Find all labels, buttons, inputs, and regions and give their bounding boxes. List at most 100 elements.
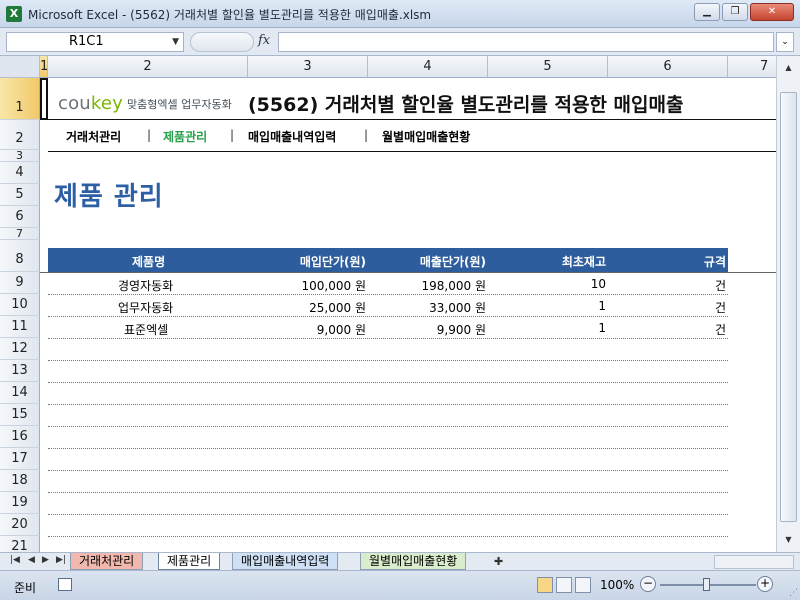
row-header-8[interactable]: 8 [0, 240, 40, 272]
vertical-scroll-thumb[interactable] [780, 92, 797, 522]
column-header-4[interactable]: 4 [368, 56, 488, 78]
nav-separator: | [364, 128, 369, 142]
row-header-6[interactable]: 6 [0, 206, 40, 228]
cell-sales-price[interactable]: 9,900 원 [437, 321, 486, 338]
row-header-1[interactable]: 1 [0, 78, 40, 120]
cell-product-name[interactable]: 표준엑셀 [124, 321, 168, 338]
zoom-in-icon[interactable]: + [757, 576, 773, 592]
page-layout-view-icon[interactable] [556, 577, 572, 593]
macro-record-icon[interactable] [58, 578, 72, 591]
column-header-2[interactable]: 2 [48, 56, 248, 78]
excel-app-icon[interactable]: X [6, 6, 22, 22]
sheet-tab-bar: |◀ ◀ ▶ ▶| 거래처관리 제품관리 매입매출내역입력 월별매입매출현황 ✚ [0, 552, 800, 570]
row-header-13[interactable]: 13 [0, 360, 40, 382]
zoom-out-icon[interactable]: − [640, 576, 656, 592]
cell-sales-price[interactable]: 33,000 원 [429, 299, 486, 316]
row-header-4[interactable]: 4 [0, 162, 40, 184]
restore-button[interactable]: ❐ [722, 3, 748, 21]
next-sheet-icon[interactable]: ▶ [42, 555, 49, 565]
table-row-empty[interactable] [48, 339, 728, 361]
normal-view-icon[interactable] [537, 577, 553, 593]
table-row[interactable]: 표준엑셀 9,000 원 9,900 원 1 건 [48, 317, 728, 339]
horizontal-scrollbar[interactable] [714, 555, 794, 569]
row-header-7[interactable]: 7 [0, 228, 40, 240]
expand-formula-bar-icon[interactable]: ⌄ [776, 32, 794, 52]
column-header-1[interactable]: 1 [40, 56, 48, 78]
cell-unit[interactable]: 건 [715, 321, 726, 338]
row-header-9[interactable]: 9 [0, 272, 40, 294]
title-bar: X Microsoft Excel - (5562) 거래처별 할인율 별도관리… [0, 0, 800, 28]
table-row-empty[interactable] [48, 471, 728, 493]
cell-purchase-price[interactable]: 9,000 원 [317, 321, 366, 338]
column-header-6[interactable]: 6 [608, 56, 728, 78]
cell-initial-stock[interactable]: 1 [598, 299, 606, 313]
nav-link-transactions[interactable]: 매입매출내역입력 [248, 128, 336, 145]
row-header-10[interactable]: 10 [0, 294, 40, 316]
row-header-21[interactable]: 21 [0, 536, 40, 552]
row-header-12[interactable]: 12 [0, 338, 40, 360]
row-header-14[interactable]: 14 [0, 382, 40, 404]
column-header-7[interactable]: 7 [728, 56, 776, 78]
cell-unit[interactable]: 건 [715, 277, 726, 294]
table-row-empty[interactable] [48, 361, 728, 383]
table-row[interactable]: 경영자동화 100,000 원 198,000 원 10 건 [48, 273, 728, 295]
page-break-view-icon[interactable] [575, 577, 591, 593]
name-box[interactable]: R1C1 ▼ [6, 32, 184, 52]
table-row-empty[interactable] [48, 493, 728, 515]
tab-product-management[interactable]: 제품관리 [158, 553, 221, 570]
minimize-button[interactable]: ▁ [694, 3, 720, 21]
first-sheet-icon[interactable]: |◀ [10, 555, 20, 565]
chevron-down-icon[interactable]: ▼ [172, 33, 179, 51]
cell-initial-stock[interactable]: 1 [598, 321, 606, 335]
previous-sheet-icon[interactable]: ◀ [28, 555, 35, 565]
table-row[interactable]: 업무자동화 25,000 원 33,000 원 1 건 [48, 295, 728, 317]
table-row-empty[interactable] [48, 427, 728, 449]
column-header-5[interactable]: 5 [488, 56, 608, 78]
insert-sheet-icon[interactable]: ✚ [494, 555, 503, 568]
nav-link-monthly-status[interactable]: 월별매입매출현황 [382, 128, 470, 145]
zoom-slider-thumb[interactable] [703, 578, 710, 591]
cell-purchase-price[interactable]: 100,000 원 [302, 277, 366, 294]
row-header-18[interactable]: 18 [0, 470, 40, 492]
tab-customer-management[interactable]: 거래처관리 [70, 553, 144, 570]
row-header-3[interactable]: 3 [0, 150, 40, 162]
nav-separator: | [147, 128, 152, 142]
formula-bar-splitter[interactable] [190, 32, 254, 52]
table-row-empty[interactable] [48, 515, 728, 537]
table-row-empty[interactable] [48, 383, 728, 405]
active-cell-cursor[interactable] [40, 78, 48, 120]
select-all-corner[interactable] [0, 56, 40, 78]
vertical-scrollbar[interactable]: ▲ ▼ [776, 56, 800, 552]
cell-purchase-price[interactable]: 25,000 원 [309, 299, 366, 316]
table-row-empty[interactable] [48, 405, 728, 427]
zoom-level[interactable]: 100% [600, 578, 634, 592]
row-header-11[interactable]: 11 [0, 316, 40, 338]
row-header-17[interactable]: 17 [0, 448, 40, 470]
column-header-3[interactable]: 3 [248, 56, 368, 78]
formula-input[interactable] [278, 32, 774, 52]
worksheet-grid[interactable]: 1 2 3 4 5 6 7 1 2 3 4 5 6 7 8 9 10 11 12… [0, 56, 776, 552]
resize-grip-icon[interactable]: ⋰ [789, 588, 798, 598]
row-header-16[interactable]: 16 [0, 426, 40, 448]
last-sheet-icon[interactable]: ▶| [56, 555, 66, 565]
cell-unit[interactable]: 건 [715, 299, 726, 316]
cell-initial-stock[interactable]: 10 [591, 277, 606, 291]
header-initial-stock: 최초재고 [561, 255, 606, 269]
header-sales-price: 매출단가(원) [419, 255, 486, 269]
nav-link-customer[interactable]: 거래처관리 [66, 128, 121, 145]
nav-link-product[interactable]: 제품관리 [163, 128, 207, 145]
row-header-5[interactable]: 5 [0, 184, 40, 206]
close-button[interactable]: ✕ [750, 3, 794, 21]
row-header-19[interactable]: 19 [0, 492, 40, 514]
scroll-up-icon[interactable]: ▲ [780, 60, 797, 76]
cell-sales-price[interactable]: 198,000 원 [422, 277, 486, 294]
row-header-15[interactable]: 15 [0, 404, 40, 426]
tab-monthly-status[interactable]: 월별매입매출현황 [360, 553, 467, 570]
tab-transaction-entry[interactable]: 매입매출내역입력 [232, 553, 339, 570]
cell-product-name[interactable]: 업무자동화 [118, 299, 173, 316]
insert-function-icon[interactable]: fx [258, 33, 270, 48]
scroll-down-icon[interactable]: ▼ [780, 532, 797, 548]
cell-product-name[interactable]: 경영자동화 [118, 277, 173, 294]
table-row-empty[interactable] [48, 449, 728, 471]
row-header-20[interactable]: 20 [0, 514, 40, 536]
